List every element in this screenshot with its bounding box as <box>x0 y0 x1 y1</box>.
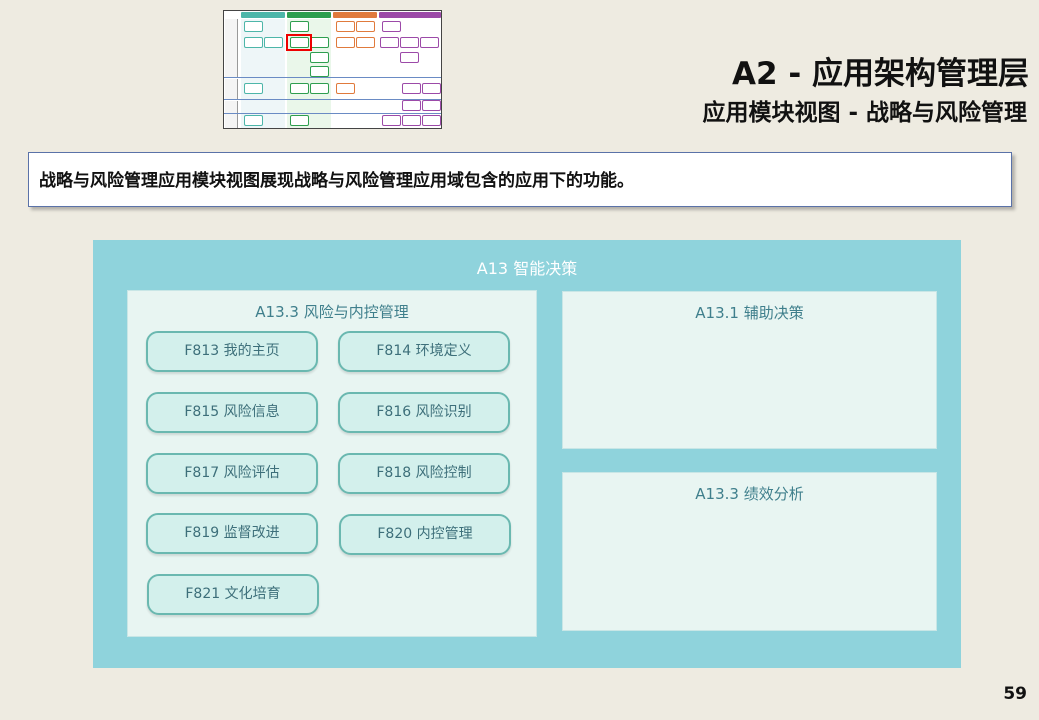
thumb-module <box>244 115 263 126</box>
thumb-module <box>310 66 329 77</box>
thumb-module <box>244 37 263 48</box>
thumb-module <box>264 37 283 48</box>
thumb-module <box>422 100 441 111</box>
panel-aux-decision: A13.1 辅助决策 <box>562 291 937 449</box>
thumb-module <box>382 21 401 32</box>
thumb-module <box>290 115 309 126</box>
thumb-column-header <box>333 12 377 18</box>
page-number: 59 <box>1003 684 1027 704</box>
thumb-module <box>402 83 421 94</box>
function-button[interactable]: F816 风险识别 <box>338 392 510 433</box>
thumb-module <box>400 52 419 63</box>
thumb-module <box>244 83 263 94</box>
thumb-module <box>290 21 309 32</box>
panel-title: A13.3 绩效分析 <box>695 485 804 503</box>
architecture-thumbnail-map[interactable] <box>223 10 442 129</box>
thumb-column-header <box>287 12 331 18</box>
function-button[interactable]: F815 风险信息 <box>146 392 318 433</box>
thumb-module <box>422 115 441 126</box>
thumb-module <box>244 21 263 32</box>
thumb-column-header <box>379 12 441 18</box>
current-view-highlight <box>286 34 312 51</box>
thumb-module <box>356 37 375 48</box>
thumb-column-header <box>241 12 285 18</box>
thumb-module <box>290 83 309 94</box>
thumb-module <box>382 115 401 126</box>
thumb-module <box>420 37 439 48</box>
thumb-row-label <box>225 79 238 99</box>
function-button[interactable]: F821 文化培育 <box>147 574 319 615</box>
domain-title: A13 智能决策 <box>476 259 578 278</box>
panel-performance-analysis: A13.3 绩效分析 <box>562 472 937 631</box>
thumb-module <box>310 37 329 48</box>
thumb-module <box>380 37 399 48</box>
domain-container: A13 智能决策 A13.3 风险与内控管理 F813 我的主页 F814 环境… <box>93 240 961 668</box>
panel-title: A13.3 风险与内控管理 <box>255 303 409 321</box>
function-button[interactable]: F817 风险评估 <box>146 453 318 494</box>
page-title: A2 - 应用架构管理层 <box>731 56 1029 92</box>
thumb-module <box>400 37 419 48</box>
thumb-module <box>422 83 441 94</box>
function-button[interactable]: F814 环境定义 <box>338 331 510 372</box>
function-button[interactable]: F819 监督改进 <box>146 513 318 554</box>
thumb-module <box>402 115 421 126</box>
thumb-module <box>310 83 329 94</box>
panel-title: A13.1 辅助决策 <box>695 304 804 322</box>
description-box: 战略与风险管理应用模块视图展现战略与风险管理应用域包含的应用下的功能。 <box>28 152 1012 207</box>
thumb-module <box>336 37 355 48</box>
panel-risk-control: A13.3 风险与内控管理 F813 我的主页 F814 环境定义 F815 风… <box>127 290 537 637</box>
function-button[interactable]: F820 内控管理 <box>339 514 511 555</box>
thumb-module <box>336 21 355 32</box>
thumb-row-label <box>225 101 238 128</box>
function-button[interactable]: F813 我的主页 <box>146 331 318 372</box>
thumb-module <box>310 52 329 63</box>
thumb-module <box>356 21 375 32</box>
page-subtitle: 应用模块视图 - 战略与风险管理 <box>702 100 1027 126</box>
thumb-row-label <box>225 19 238 77</box>
function-button[interactable]: F818 风险控制 <box>338 453 510 494</box>
thumb-divider <box>224 77 441 78</box>
thumb-module <box>402 100 421 111</box>
thumb-module <box>336 83 355 94</box>
thumb-divider <box>224 113 441 114</box>
